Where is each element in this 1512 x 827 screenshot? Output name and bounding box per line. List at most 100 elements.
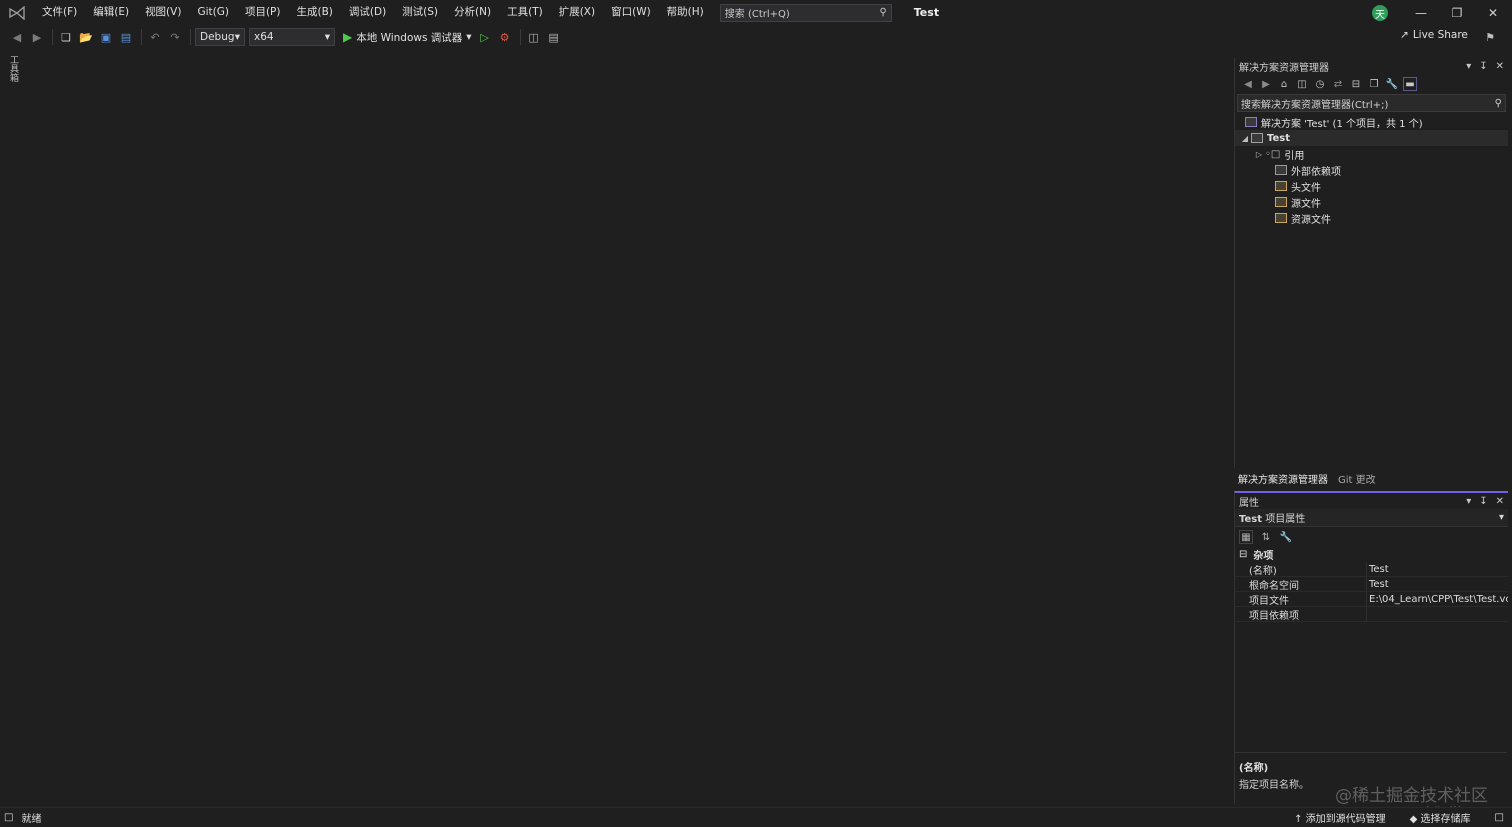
property-value[interactable]: E:\04_Learn\CPP\Test\Test.vcxp	[1367, 592, 1508, 606]
menu-extensions[interactable]: 扩展(X)	[551, 0, 603, 25]
configuration-select[interactable]: Debug ▾	[195, 28, 245, 46]
pin-icon[interactable]: ↧	[1479, 496, 1487, 507]
close-icon[interactable]: ✕	[1496, 61, 1504, 72]
collapsed-arrow-icon[interactable]: ▷	[1253, 150, 1265, 159]
menu-view[interactable]: 视图(V)	[137, 0, 189, 25]
collapse-icon[interactable]: ⊟	[1239, 549, 1247, 560]
panel-menu-icon[interactable]: ▾	[1466, 496, 1471, 507]
menu-project[interactable]: 项目(P)	[237, 0, 289, 25]
open-folder-icon[interactable]: 📂	[77, 28, 95, 46]
forward-icon[interactable]: ▶	[28, 28, 46, 46]
categorized-icon[interactable]: ▦	[1239, 530, 1253, 544]
property-row[interactable]: 项目依赖项	[1235, 607, 1508, 622]
chevron-down-icon: ▾	[324, 31, 330, 43]
redo-icon[interactable]: ↷	[166, 28, 184, 46]
tree-item-source-files[interactable]: 源文件	[1235, 194, 1508, 210]
tree-item-header-files[interactable]: 头文件	[1235, 178, 1508, 194]
property-value[interactable]	[1367, 607, 1508, 621]
tab-git-changes[interactable]: Git 更改	[1338, 471, 1376, 486]
show-all-files-icon[interactable]: ❐	[1367, 77, 1381, 91]
menu-test[interactable]: 测试(S)	[394, 0, 446, 25]
undo-icon[interactable]: ↶	[146, 28, 164, 46]
property-row[interactable]: 项目文件 E:\04_Learn\CPP\Test\Test.vcxp	[1235, 592, 1508, 607]
alphabetical-icon[interactable]: ⇅	[1259, 530, 1273, 544]
property-value[interactable]: Test	[1367, 577, 1508, 591]
close-icon[interactable]: ✕	[1496, 496, 1504, 507]
editor-area[interactable]	[22, 52, 1232, 806]
property-pages-icon[interactable]: 🔧	[1279, 530, 1293, 544]
global-search-input[interactable]: 搜索 (Ctrl+Q) ⚲	[719, 3, 892, 22]
search-icon: ⚲	[1494, 97, 1502, 109]
target-name: Test	[1239, 514, 1263, 525]
home-icon[interactable]: ⌂	[1277, 77, 1291, 91]
new-project-icon[interactable]: ❏	[57, 28, 75, 46]
property-category[interactable]: ⊟ 杂项	[1235, 547, 1508, 562]
back-icon[interactable]: ◀	[8, 28, 26, 46]
expanded-arrow-icon[interactable]: ◢	[1239, 134, 1251, 143]
save-icon[interactable]: ▣	[97, 28, 115, 46]
toolbar-separator	[519, 29, 521, 45]
minimize-icon[interactable]: —	[1403, 0, 1439, 25]
tree-item-label: 资源文件	[1291, 214, 1331, 226]
pin-icon[interactable]: ↧	[1479, 61, 1487, 72]
add-source-control-button[interactable]: ↑ 添加到源代码管理	[1294, 810, 1386, 825]
menu-tools[interactable]: 工具(T)	[499, 0, 551, 25]
properties-icon[interactable]: 🔧	[1385, 77, 1399, 91]
back-icon[interactable]: ◀	[1241, 77, 1255, 91]
platform-select[interactable]: x64 ▾	[249, 28, 335, 46]
menu-analyze[interactable]: 分析(N)	[446, 0, 499, 25]
tree-item-label: 源文件	[1291, 198, 1321, 210]
menu-window[interactable]: 窗口(W)	[603, 0, 659, 25]
panel-menu-icon[interactable]: ▾	[1466, 61, 1471, 72]
visual-studio-logo-icon[interactable]	[0, 0, 34, 25]
tree-item-external-deps[interactable]: 外部依赖项	[1235, 162, 1508, 178]
menu-git[interactable]: Git(G)	[189, 0, 237, 25]
live-share-button[interactable]: ↗ Live Share	[1400, 29, 1468, 41]
menu-debug[interactable]: 调试(D)	[341, 0, 394, 25]
sync-icon[interactable]: ⇄	[1331, 77, 1345, 91]
switch-views-icon[interactable]: ◫	[1295, 77, 1309, 91]
toolbar-separator	[52, 29, 53, 45]
close-icon[interactable]: ✕	[1475, 0, 1511, 25]
search-icon: ⚲	[879, 7, 887, 18]
solution-explorer-search-input[interactable]: 搜索解决方案资源管理器(Ctrl+;) ⚲	[1237, 94, 1506, 112]
collapse-all-icon[interactable]: ⊟	[1349, 77, 1363, 91]
property-row[interactable]: 根命名空间 Test	[1235, 577, 1508, 592]
tree-item-label: 外部依赖项	[1291, 166, 1341, 178]
menu-file[interactable]: 文件(F)	[34, 0, 85, 25]
properties-target-select[interactable]: Test 项目属性 ▾	[1235, 509, 1508, 527]
tree-item-resource-files[interactable]: 资源文件	[1235, 210, 1508, 226]
property-row[interactable]: (名称) Test	[1235, 562, 1508, 577]
layout-icon[interactable]: ▤	[545, 28, 563, 46]
preview-icon[interactable]: ▬	[1403, 77, 1417, 91]
menu-edit[interactable]: 编辑(E)	[85, 0, 137, 25]
run-label: 本地 Windows 调试器	[356, 31, 463, 44]
output-icon[interactable]: □	[4, 812, 13, 823]
toolbox-tab[interactable]: 工具箱	[6, 55, 20, 89]
solution-explorer-icon[interactable]: ◫	[525, 28, 543, 46]
notifications-icon[interactable]: □	[1495, 812, 1504, 823]
property-value[interactable]: Test	[1367, 562, 1508, 576]
platform-value: x64	[254, 31, 274, 43]
start-without-debugging-icon[interactable]: ▷	[476, 28, 494, 46]
tree-solution-row[interactable]: 解决方案 'Test' (1 个项目，共 1 个)	[1235, 114, 1508, 130]
start-debugging-button[interactable]: ▶ 本地 Windows 调试器 ▾	[339, 30, 476, 45]
tree-project-row[interactable]: ◢ Test	[1235, 130, 1508, 146]
restore-icon[interactable]: ❐	[1439, 0, 1475, 25]
target-type: 项目属性	[1265, 514, 1306, 525]
properties-toolbar: ▦ ⇅ 🔧	[1235, 527, 1508, 547]
menu-help[interactable]: 帮助(H)	[659, 0, 712, 25]
pending-changes-icon[interactable]: ◷	[1313, 77, 1327, 91]
select-repo-button[interactable]: ◆ 选择存储库	[1410, 810, 1471, 825]
tab-solution-explorer[interactable]: 解决方案资源管理器	[1238, 471, 1328, 486]
tree-item-label: 引用	[1284, 150, 1305, 162]
share-icon: ↗	[1400, 29, 1409, 41]
feedback-icon[interactable]: ⚑	[1482, 29, 1498, 45]
forward-icon[interactable]: ▶	[1259, 77, 1273, 91]
tree-item-references[interactable]: ▷ ◦□ 引用	[1235, 146, 1508, 162]
hot-reload-icon[interactable]: ⚙	[496, 28, 514, 46]
save-all-icon[interactable]: ▤	[117, 28, 135, 46]
account-avatar[interactable]: 天	[1372, 5, 1388, 21]
menu-build[interactable]: 生成(B)	[288, 0, 340, 25]
description-title: (名称)	[1239, 763, 1269, 774]
